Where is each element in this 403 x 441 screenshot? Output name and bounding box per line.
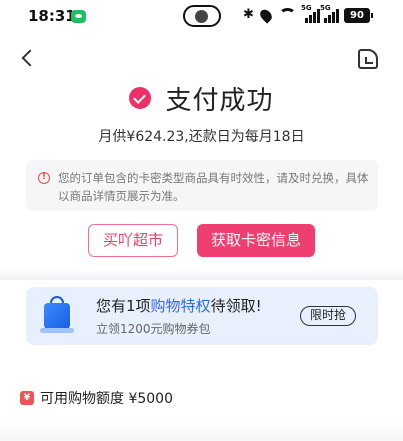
signal-icon: 5G [320, 4, 339, 23]
promo-banner[interactable]: 您有1项购物特权待领取! 立领1200元购物券包 限时抢 [26, 287, 378, 345]
signal-icon: 5G [301, 4, 320, 23]
bluetooth-icon: ✱ [243, 7, 254, 22]
supermarket-button[interactable]: 买吖超市 [88, 224, 178, 257]
promo-subtitle: 立领1200元购物券包 [96, 322, 211, 336]
get-card-info-button[interactable]: 获取卡密信息 [197, 224, 315, 257]
shopping-bag-icon [40, 295, 74, 335]
promo-title-suffix: 待领取! [210, 297, 262, 315]
success-header: 支付成功 [0, 80, 403, 116]
back-icon[interactable] [21, 49, 39, 67]
wechat-icon [71, 10, 86, 23]
bottom-fade [0, 418, 403, 441]
promo-title: 您有1项购物特权待领取! [96, 295, 262, 316]
status-time: 18:31 [28, 7, 76, 25]
notice-text: 您的订单包含的卡密类型商品具有时效性，请及时兑换，具体以商品详情页展示为准。 [58, 171, 369, 203]
battery-icon: 90 [344, 8, 373, 23]
signal-label: 5G [301, 4, 312, 12]
notice-box: ! 您的订单包含的卡密类型商品具有时效性，请及时兑换，具体以商品详情页展示为准。 [26, 160, 378, 211]
credit-text: 可用购物额度 ¥5000 [40, 391, 173, 407]
signal-label: 5G [320, 4, 331, 12]
page-title: 支付成功 [165, 85, 274, 116]
warning-icon: ! [38, 172, 50, 184]
check-circle-icon [129, 87, 152, 109]
dynamic-island-icon [183, 5, 221, 27]
home-icon[interactable] [358, 49, 378, 69]
repayment-info: 月供¥624.23,还款日为每月18日 [98, 129, 305, 145]
limited-time-button[interactable]: 限时抢 [300, 306, 356, 326]
location-icon [257, 7, 275, 24]
wifi-icon [279, 8, 296, 22]
section-divider [0, 270, 403, 280]
promo-title-prefix: 您有1项 [96, 297, 151, 315]
status-bar: 18:31 ✱ 5G 5G 90 [0, 0, 403, 34]
credit-row: ¥ 可用购物额度 ¥5000 [20, 388, 173, 408]
promo-title-highlight: 购物特权 [150, 297, 211, 315]
credit-icon: ¥ [20, 391, 34, 405]
